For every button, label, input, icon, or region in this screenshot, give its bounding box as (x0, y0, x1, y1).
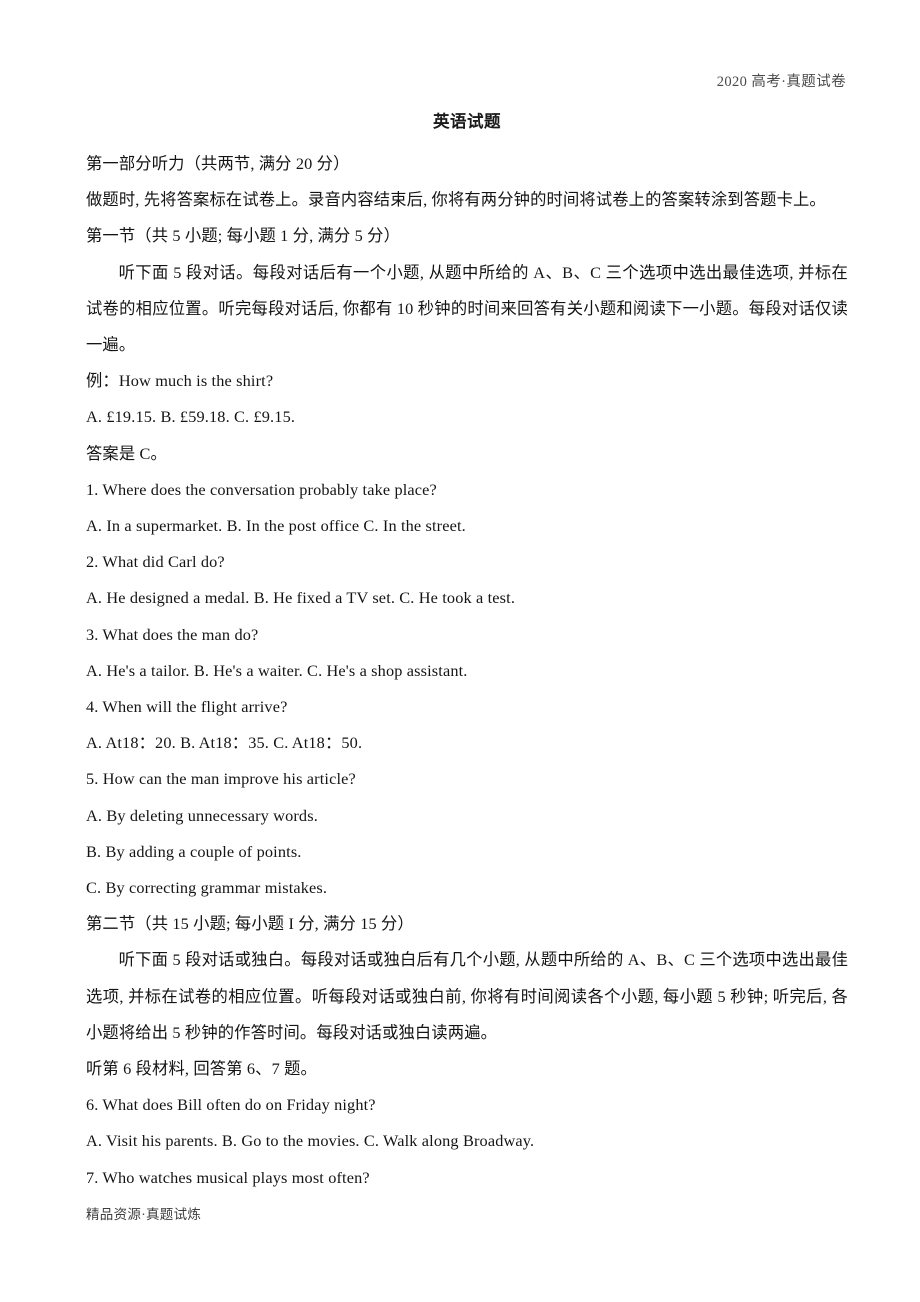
question-stem-4: 4. When will the flight arrive? (86, 697, 288, 717)
question-options-6[interactable]: A. Visit his parents. B. Go to the movie… (86, 1123, 848, 1159)
part-two-directions: 听下面 5 段对话或独白。每段对话或独白后有几个小题, 从题中所给的 A、B、C… (86, 950, 848, 1042)
material-six-lead: 听第 6 段材料, 回答第 6、7 题。 (86, 1059, 317, 1079)
part-two-heading: 第二节（共 15 小题; 每小题 I 分, 满分 15 分） (86, 914, 414, 934)
running-header: 2020 高考·真题试卷 (716, 74, 846, 90)
example-stem: 例：How much is the shirt? (86, 371, 274, 391)
question-options-1[interactable]: A. In a supermarket. B. In the post offi… (86, 508, 848, 544)
section-one-instruction: 做题时, 先将答案标在试卷上。录音内容结束后, 你将有两分钟的时间将试卷上的答案… (86, 190, 826, 210)
question-stem-7: 7. Who watches musical plays most often? (86, 1167, 370, 1187)
document-page: 2020 高考·真题试卷 英语试题 第一部分听力（共两节, 满分 20 分） 做… (0, 0, 920, 1302)
question-stem-1: 1. Where does the conversation probably … (86, 479, 437, 499)
part-one-directions: 听下面 5 段对话。每段对话后有一个小题, 从题中所给的 A、B、C 三个选项中… (86, 262, 848, 355)
question-5-option-a[interactable]: A. By deleting unnecessary words. (86, 798, 848, 834)
question-stem-5: 5. How can the man improve his article? (86, 769, 356, 789)
footer-watermark: 精品资源·真题试炼 (86, 1207, 202, 1222)
example-answer: 答案是 C。 (86, 443, 167, 463)
question-options-2[interactable]: A. He designed a medal. B. He fixed a TV… (86, 580, 848, 616)
question-options-4[interactable]: A. At18：20. B. At18：35. C. At18：50. (86, 725, 848, 761)
question-5-option-c[interactable]: C. By correcting grammar mistakes. (86, 870, 848, 906)
question-options-3[interactable]: A. He's a tailor. B. He's a waiter. C. H… (86, 653, 848, 689)
question-stem-6: 6. What does Bill often do on Friday nig… (86, 1095, 376, 1115)
document-body: 英语试题 第一部分听力（共两节, 满分 20 分） 做题时, 先将答案标在试卷上… (86, 108, 848, 1196)
question-5-option-b[interactable]: B. By adding a couple of points. (86, 834, 848, 870)
page-title: 英语试题 (433, 112, 501, 131)
question-stem-2: 2. What did Carl do? (86, 552, 225, 572)
example-options: A. £19.15. B. £59.18. C. £9.15. (86, 407, 296, 427)
section-one-heading: 第一部分听力（共两节, 满分 20 分） (86, 154, 350, 173)
part-one-heading: 第一节（共 5 小题; 每小题 1 分, 满分 5 分） (86, 226, 400, 246)
question-stem-3: 3. What does the man do? (86, 624, 259, 644)
